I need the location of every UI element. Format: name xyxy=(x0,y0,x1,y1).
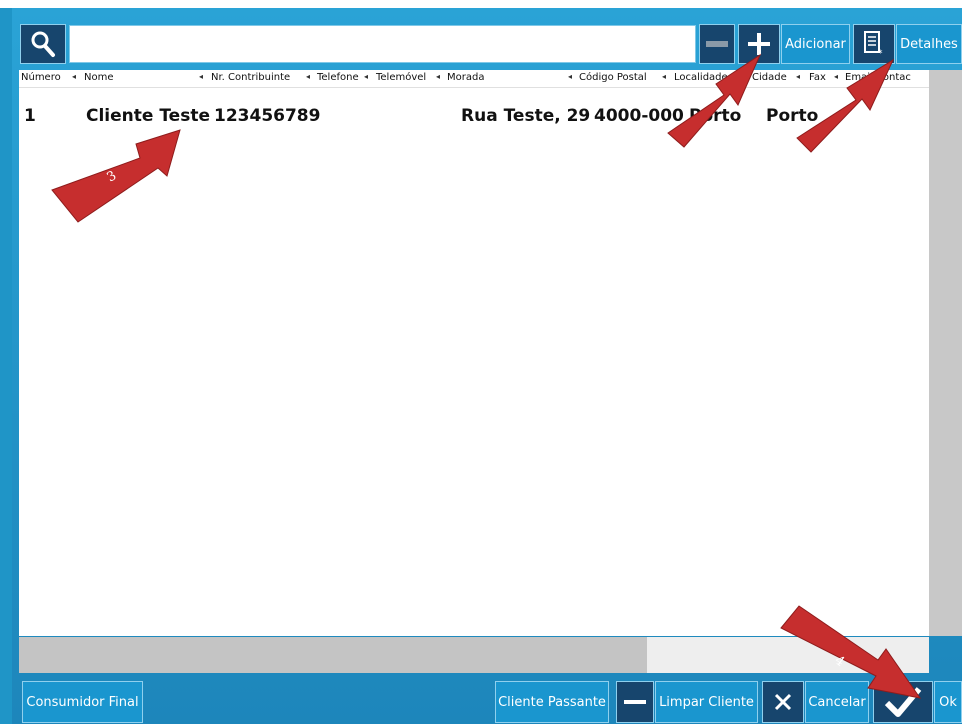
add-icon-button[interactable] xyxy=(738,24,780,64)
col-localidade[interactable]: Localidade xyxy=(674,72,728,83)
minus-icon xyxy=(624,700,646,704)
close-icon xyxy=(774,693,792,711)
col-resize-handle[interactable]: ◂ xyxy=(568,72,572,81)
limpar-icon-button[interactable] xyxy=(616,681,654,723)
svg-text:*: * xyxy=(878,49,883,57)
plus-icon xyxy=(748,33,770,55)
col-numero[interactable]: Número xyxy=(21,72,61,83)
search-icon xyxy=(31,31,55,57)
col-telemovel[interactable]: Telemóvel xyxy=(376,72,426,83)
checkmark-icon xyxy=(884,687,922,717)
col-morada[interactable]: Morada xyxy=(447,72,484,83)
col-resize-handle[interactable]: ◂ xyxy=(834,72,838,81)
details-button[interactable]: Detalhes xyxy=(896,24,962,64)
cell-morada: Rua Teste, 29 xyxy=(461,106,591,126)
table-row[interactable]: 1 Cliente Teste 123456789 Rua Teste, 29 … xyxy=(19,103,929,129)
col-telefone[interactable]: Telefone xyxy=(317,72,359,83)
col-resize-handle[interactable]: ◂ xyxy=(306,72,310,81)
minus-icon xyxy=(706,41,728,47)
scrollbar-thumb[interactable] xyxy=(647,637,929,673)
top-strip xyxy=(0,0,962,8)
search-input[interactable] xyxy=(69,25,696,63)
col-cidade[interactable]: Cidade xyxy=(752,72,787,83)
col-resize-handle[interactable]: ◂ xyxy=(741,72,745,81)
col-contribuinte[interactable]: Nr. Contribuinte xyxy=(211,72,290,83)
cliente-passante-button[interactable]: Cliente Passante xyxy=(495,681,609,723)
ok-icon-button[interactable] xyxy=(873,681,933,723)
vertical-scrollbar[interactable] xyxy=(929,70,962,636)
horizontal-scrollbar[interactable] xyxy=(19,637,929,673)
details-icon-button[interactable]: * xyxy=(853,24,895,64)
document-details-icon: * xyxy=(864,31,883,57)
col-resize-handle[interactable]: ◂ xyxy=(72,72,76,81)
limpar-cliente-button[interactable]: Limpar Cliente xyxy=(655,681,758,723)
cell-contribuinte: 123456789 xyxy=(214,106,321,126)
cell-nome: Cliente Teste xyxy=(86,106,210,126)
col-resize-handle[interactable]: ◂ xyxy=(199,72,203,81)
cell-numero: 1 xyxy=(24,106,36,126)
col-fax[interactable]: Fax xyxy=(809,72,826,83)
cancel-icon-button[interactable] xyxy=(762,681,804,723)
cell-localidade: Porto xyxy=(689,106,742,126)
clients-grid[interactable]: Número ◂ Nome ◂ Nr. Contribuinte ◂ Telef… xyxy=(19,70,929,636)
cancel-button[interactable]: Cancelar xyxy=(805,681,869,723)
grid-header: Número ◂ Nome ◂ Nr. Contribuinte ◂ Telef… xyxy=(19,70,929,88)
remove-button[interactable] xyxy=(699,24,735,64)
add-button[interactable]: Adicionar xyxy=(781,24,850,64)
col-email[interactable]: Email Contac xyxy=(845,72,911,83)
cell-codigo-postal: 4000-000 xyxy=(594,106,684,126)
cell-cidade: Porto xyxy=(766,106,819,126)
col-resize-handle[interactable]: ◂ xyxy=(662,72,666,81)
col-resize-handle[interactable]: ◂ xyxy=(796,72,800,81)
ok-button[interactable]: Ok xyxy=(934,681,962,723)
col-resize-handle[interactable]: ◂ xyxy=(364,72,368,81)
col-codigo-postal[interactable]: Código Postal xyxy=(579,72,647,83)
search-button[interactable] xyxy=(20,24,66,64)
col-resize-handle[interactable]: ◂ xyxy=(436,72,440,81)
col-nome[interactable]: Nome xyxy=(84,72,114,83)
consumidor-final-button[interactable]: Consumidor Final xyxy=(22,681,143,723)
